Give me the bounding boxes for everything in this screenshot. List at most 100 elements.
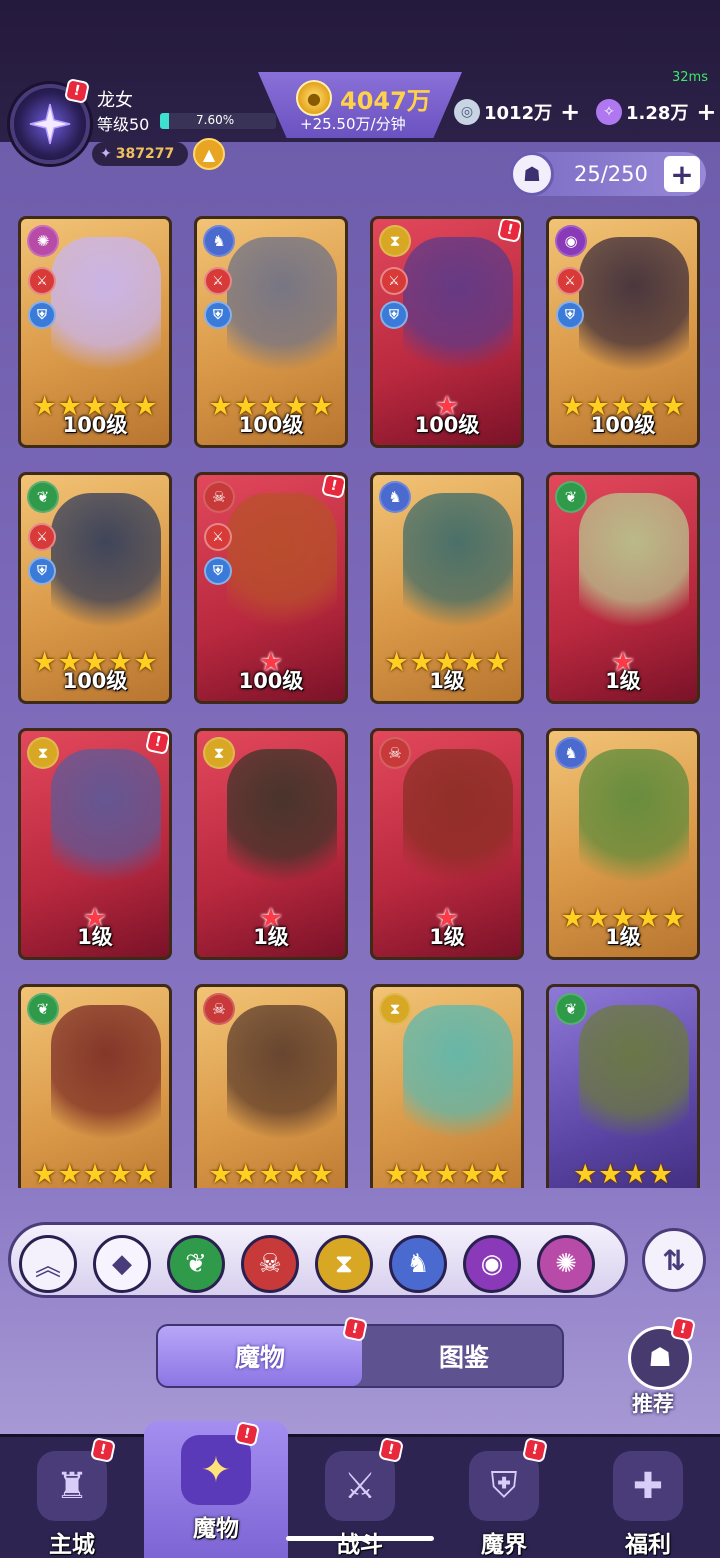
monster-portrait	[51, 493, 161, 633]
dragon-icon: ♞	[555, 737, 587, 769]
xp-bar-fill	[160, 113, 169, 129]
monster-grid: ✺ ⚔ ⛨ ★ ★ ★ ★ ★ 100级 ♞ ⚔ ⛨ ★ ★ ★ ★ ★ 100级 ⧗ ⚔ ⛨ ★ 100级! ◉ ⚔ ⛨ ★ ★ ★ ★…	[18, 216, 706, 1188]
dragon-icon: ♞	[406, 1249, 430, 1279]
star-icon: ★	[384, 1159, 409, 1188]
arrow-up-icon: ▲	[202, 144, 216, 164]
monster-card[interactable]: ⧗ ★ 1级!	[18, 728, 172, 960]
monster-card[interactable]: ☠ ★ ★ ★ ★ ★	[194, 984, 348, 1188]
collapse-icon: ︽	[34, 1251, 61, 1282]
star-icon: ★	[573, 1159, 598, 1188]
monster-card[interactable]: ❦ ★ ★ ★ ★	[546, 984, 700, 1188]
crystal-add-button[interactable]: +	[696, 98, 716, 126]
tab-monsters[interactable]: 魔物	[158, 1326, 362, 1386]
nav-label: 主城	[49, 1532, 95, 1558]
crystal-amount: 1.28万	[626, 103, 689, 124]
star-icon: ★	[208, 1159, 233, 1188]
roster-count: 25/250	[574, 162, 648, 186]
star-icon: ★	[258, 1159, 284, 1188]
monster-card[interactable]: ☠ ★ 1级	[370, 728, 524, 960]
attack-role-icon: ⚔	[380, 267, 408, 295]
leaf-icon: ❦	[27, 481, 59, 513]
leaf-icon: ❦	[27, 993, 59, 1025]
dragon-icon: ♞	[379, 481, 411, 513]
monster-card[interactable]: ❦ ★ ★ ★ ★ ★	[18, 984, 172, 1188]
attack-role-icon: ⚔	[204, 523, 232, 551]
expand-roster-button[interactable]: +	[664, 156, 700, 192]
realm-icon: ⛨	[469, 1451, 539, 1521]
gold-amount: 4047万	[340, 86, 431, 115]
star-icon: ★	[82, 1159, 108, 1188]
monster-level: 1级	[605, 669, 641, 693]
star-icon: ★	[57, 1159, 82, 1188]
hourglass-icon: ⧗	[27, 737, 59, 769]
nav-notification-badge: !	[233, 1420, 261, 1448]
power-up-button[interactable]: ▲	[193, 138, 225, 170]
monster-portrait	[227, 493, 337, 633]
monster-flame-icon: ✦	[181, 1435, 251, 1505]
filter-wind[interactable]: ✺	[537, 1235, 595, 1293]
monster-card[interactable]: ⧗ ⚔ ⛨ ★ 100级!	[370, 216, 524, 448]
star-icon: ★	[485, 1159, 510, 1188]
star-icon: ★	[32, 1159, 57, 1188]
monster-card[interactable]: ❦ ⚔ ⛨ ★ ★ ★ ★ ★ 100级	[18, 472, 172, 704]
monster-card[interactable]: ⧗ ★ 1级	[194, 728, 348, 960]
demon-icon: ☠	[258, 1249, 282, 1279]
wind-icon: ✺	[27, 225, 59, 257]
filter-all[interactable]: ◆	[93, 1235, 151, 1293]
monster-card[interactable]: ✺ ⚔ ⛨ ★ ★ ★ ★ ★ 100级	[18, 216, 172, 448]
star-icon: ★	[648, 1159, 673, 1188]
monster-card[interactable]: ❦ ★ 1级	[546, 472, 700, 704]
gold-coin-icon: ●	[296, 80, 332, 116]
leaf-icon: ❦	[185, 1249, 207, 1279]
demon-icon: ☠	[379, 737, 411, 769]
recommend-notification-badge: !	[669, 1315, 697, 1343]
monster-level: 100级	[414, 413, 480, 437]
hourglass-icon: ⧗	[379, 993, 411, 1025]
player-name: 龙女	[97, 90, 133, 111]
monster-portrait	[579, 749, 689, 889]
card-notification-badge: !	[320, 475, 345, 500]
nav-label: 战斗	[337, 1532, 383, 1558]
nav-item-realm[interactable]: ⛨ 魔界!	[432, 1436, 576, 1558]
monster-card[interactable]: ♞ ★ ★ ★ ★ ★ 1级	[370, 472, 524, 704]
all-icon: ◆	[112, 1249, 132, 1279]
filter-demon[interactable]: ☠	[241, 1235, 299, 1293]
nav-item-castle[interactable]: ♜ 主城!	[0, 1436, 144, 1558]
filter-eye[interactable]: ◉	[463, 1235, 521, 1293]
star-icon: ★	[434, 1159, 460, 1188]
attack-role-icon: ⚔	[28, 267, 56, 295]
monster-card[interactable]: ⧗ ★ ★ ★ ★ ★	[370, 984, 524, 1188]
monster-level: 100级	[238, 669, 304, 693]
monster-portrait	[579, 1005, 689, 1145]
monster-level: 1级	[429, 925, 465, 949]
hourglass-icon: ⧗	[334, 1248, 354, 1279]
sort-button[interactable]: ⇅	[642, 1228, 706, 1292]
gem-amount: 1012万	[484, 103, 553, 124]
filter-leaf[interactable]: ❦	[167, 1235, 225, 1293]
gem-add-button[interactable]: +	[560, 98, 580, 126]
star-icon: ★	[233, 1159, 258, 1188]
gem-resource: ◎ 1012万 +	[454, 98, 580, 126]
star-icon: ★	[108, 1159, 133, 1188]
home-indicator	[286, 1536, 434, 1541]
monster-level: 100级	[590, 413, 656, 437]
tab-codex[interactable]: 图鉴	[362, 1326, 566, 1386]
faction-filter-bar: ︽ ◆ ❦ ☠ ⧗ ♞ ◉ ✺	[8, 1222, 628, 1298]
monster-level: 1级	[253, 925, 289, 949]
defense-role-icon: ⛨	[556, 301, 584, 329]
hourglass-icon: ⧗	[379, 225, 411, 257]
monster-card[interactable]: ◉ ⚔ ⛨ ★ ★ ★ ★ ★ 100级	[546, 216, 700, 448]
nav-notification-badge: !	[521, 1436, 549, 1464]
monster-card[interactable]: ♞ ⚔ ⛨ ★ ★ ★ ★ ★ 100级	[194, 216, 348, 448]
nav-item-chest[interactable]: ✚ 福利	[576, 1437, 720, 1558]
collapse-filter-button[interactable]: ︽	[19, 1235, 77, 1293]
monster-card[interactable]: ♞ ★ ★ ★ ★ ★ 1级	[546, 728, 700, 960]
star-rating: ★ ★ ★ ★ ★	[21, 1159, 169, 1188]
monster-portrait	[227, 1005, 337, 1145]
team-icon: ☗	[648, 1343, 672, 1373]
nav-item-monster-flame[interactable]: ✦ 魔物!	[144, 1420, 288, 1558]
filter-hourglass[interactable]: ⧗	[315, 1235, 373, 1293]
monster-card[interactable]: ☠ ⚔ ⛨ ★ 100级!	[194, 472, 348, 704]
filter-dragon[interactable]: ♞	[389, 1235, 447, 1293]
star-icon: ★	[460, 1159, 485, 1188]
